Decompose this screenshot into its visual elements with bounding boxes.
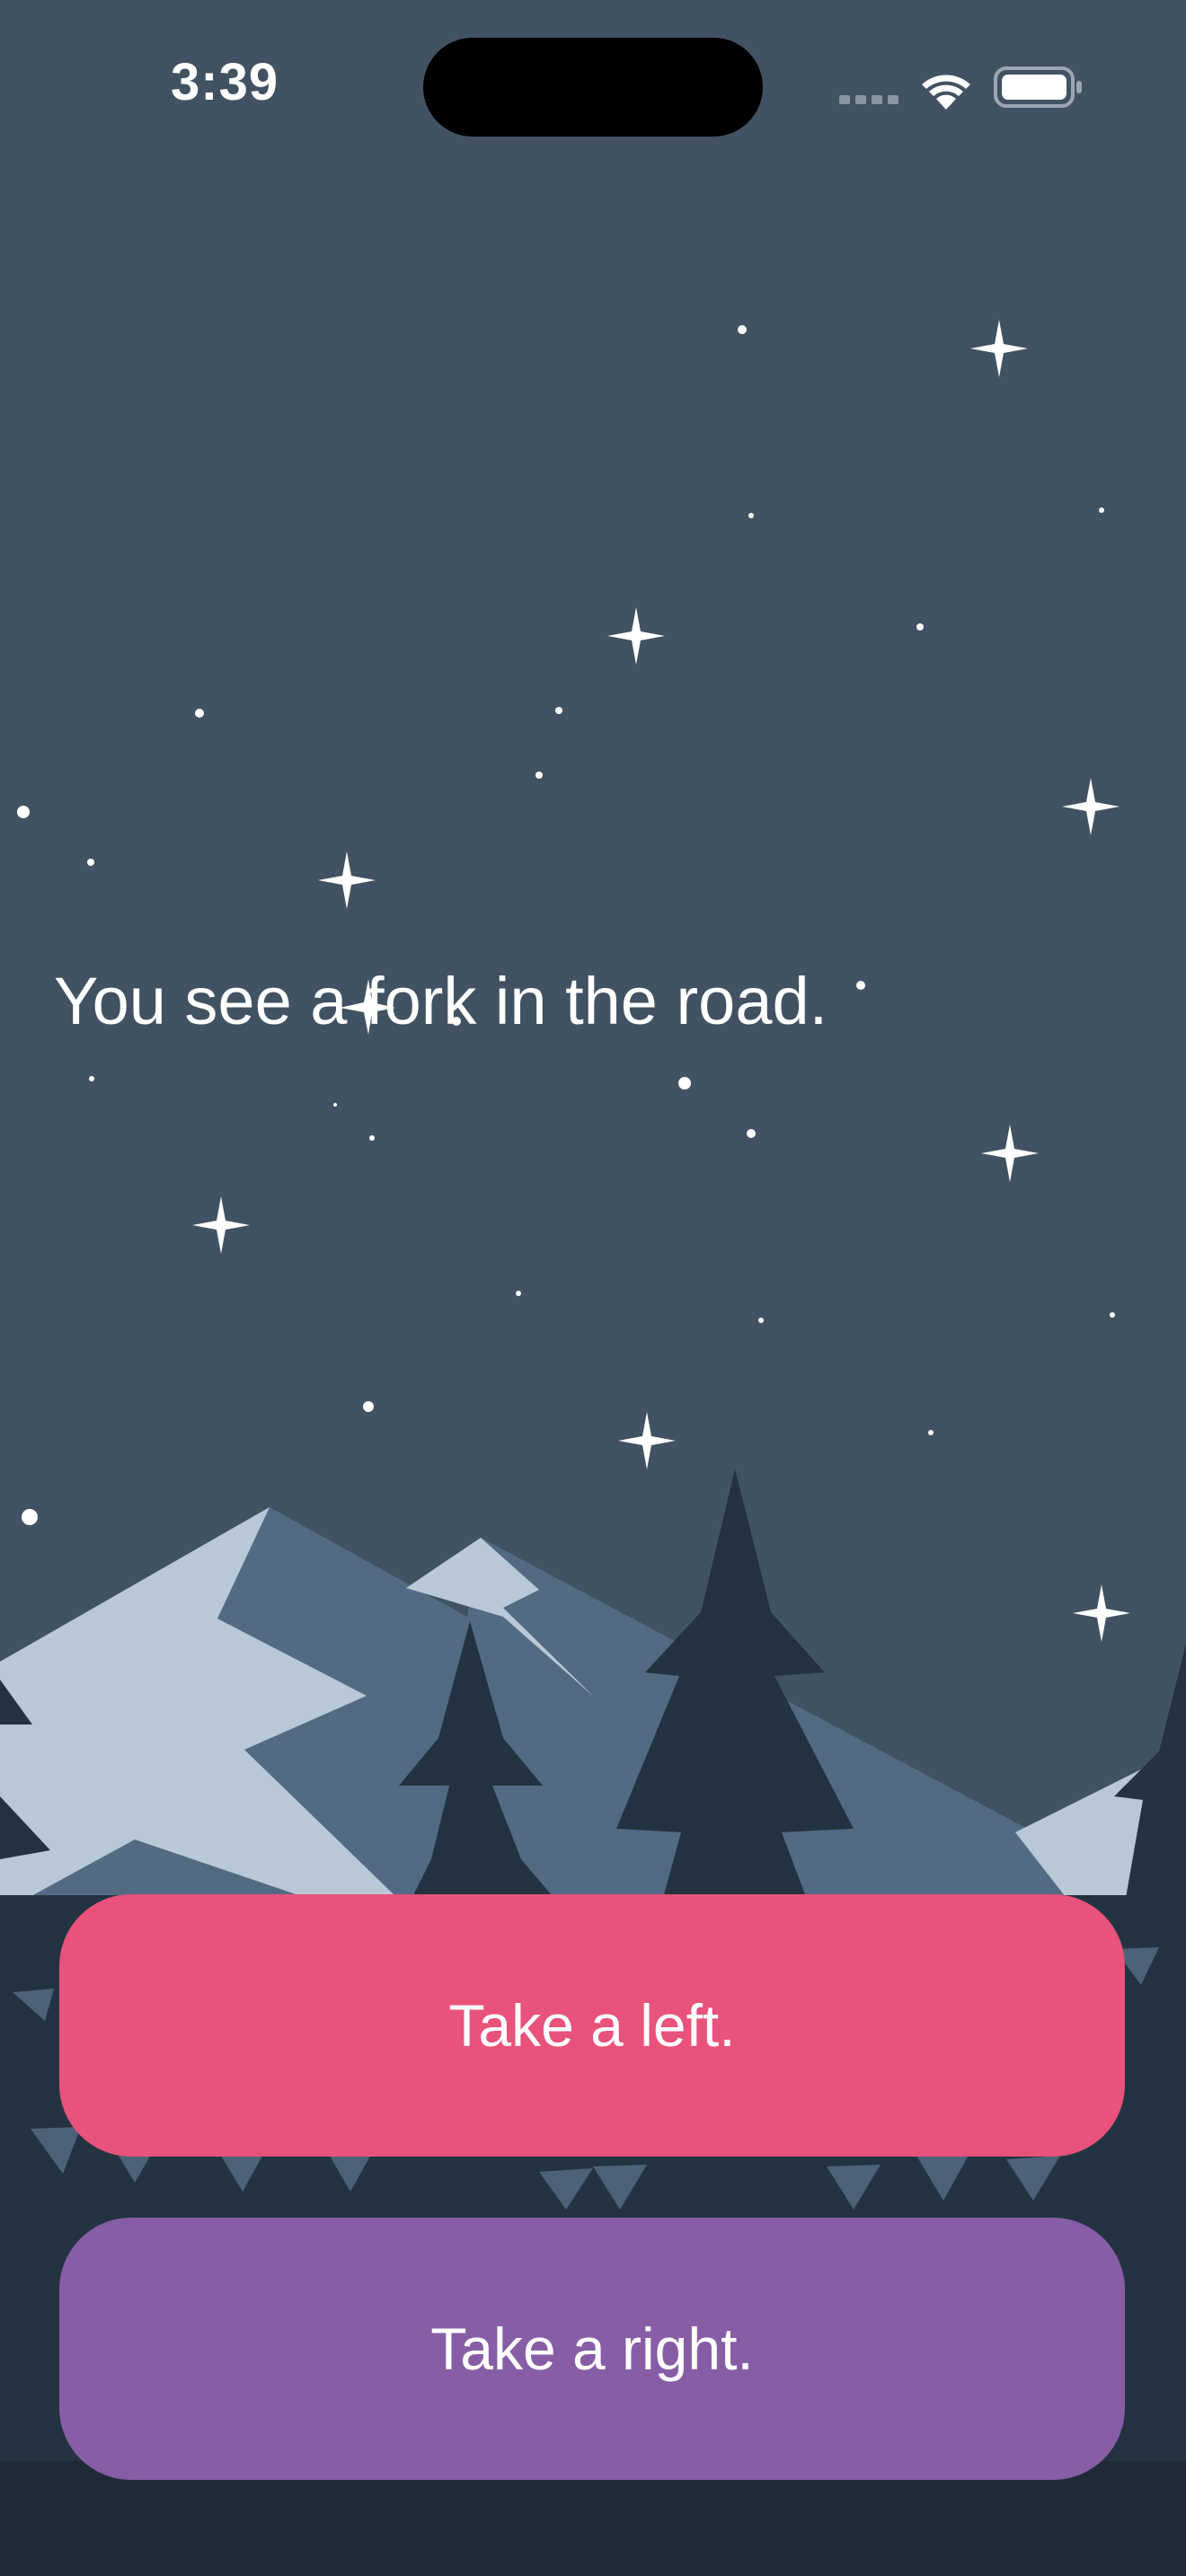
battery-icon <box>994 66 1082 108</box>
status-time: 3:39 <box>171 53 279 111</box>
night-forest-scene <box>0 0 1186 2576</box>
take-left-button[interactable]: Take a left. <box>59 1894 1125 2157</box>
status-icons <box>839 66 1082 110</box>
story-prompt: You see a fork in the road. <box>54 964 828 1038</box>
take-left-label: Take a left. <box>448 1992 736 2059</box>
wifi-icon <box>922 75 970 110</box>
take-right-label: Take a right. <box>430 2316 754 2382</box>
take-right-button[interactable]: Take a right. <box>59 2218 1125 2480</box>
status-bar: 3:39 <box>0 0 1186 171</box>
dynamic-island <box>423 38 763 137</box>
game-screen: 3:39 You see a fork in the road. Take a … <box>0 0 1186 2576</box>
cellular-signal-icon <box>839 95 898 104</box>
